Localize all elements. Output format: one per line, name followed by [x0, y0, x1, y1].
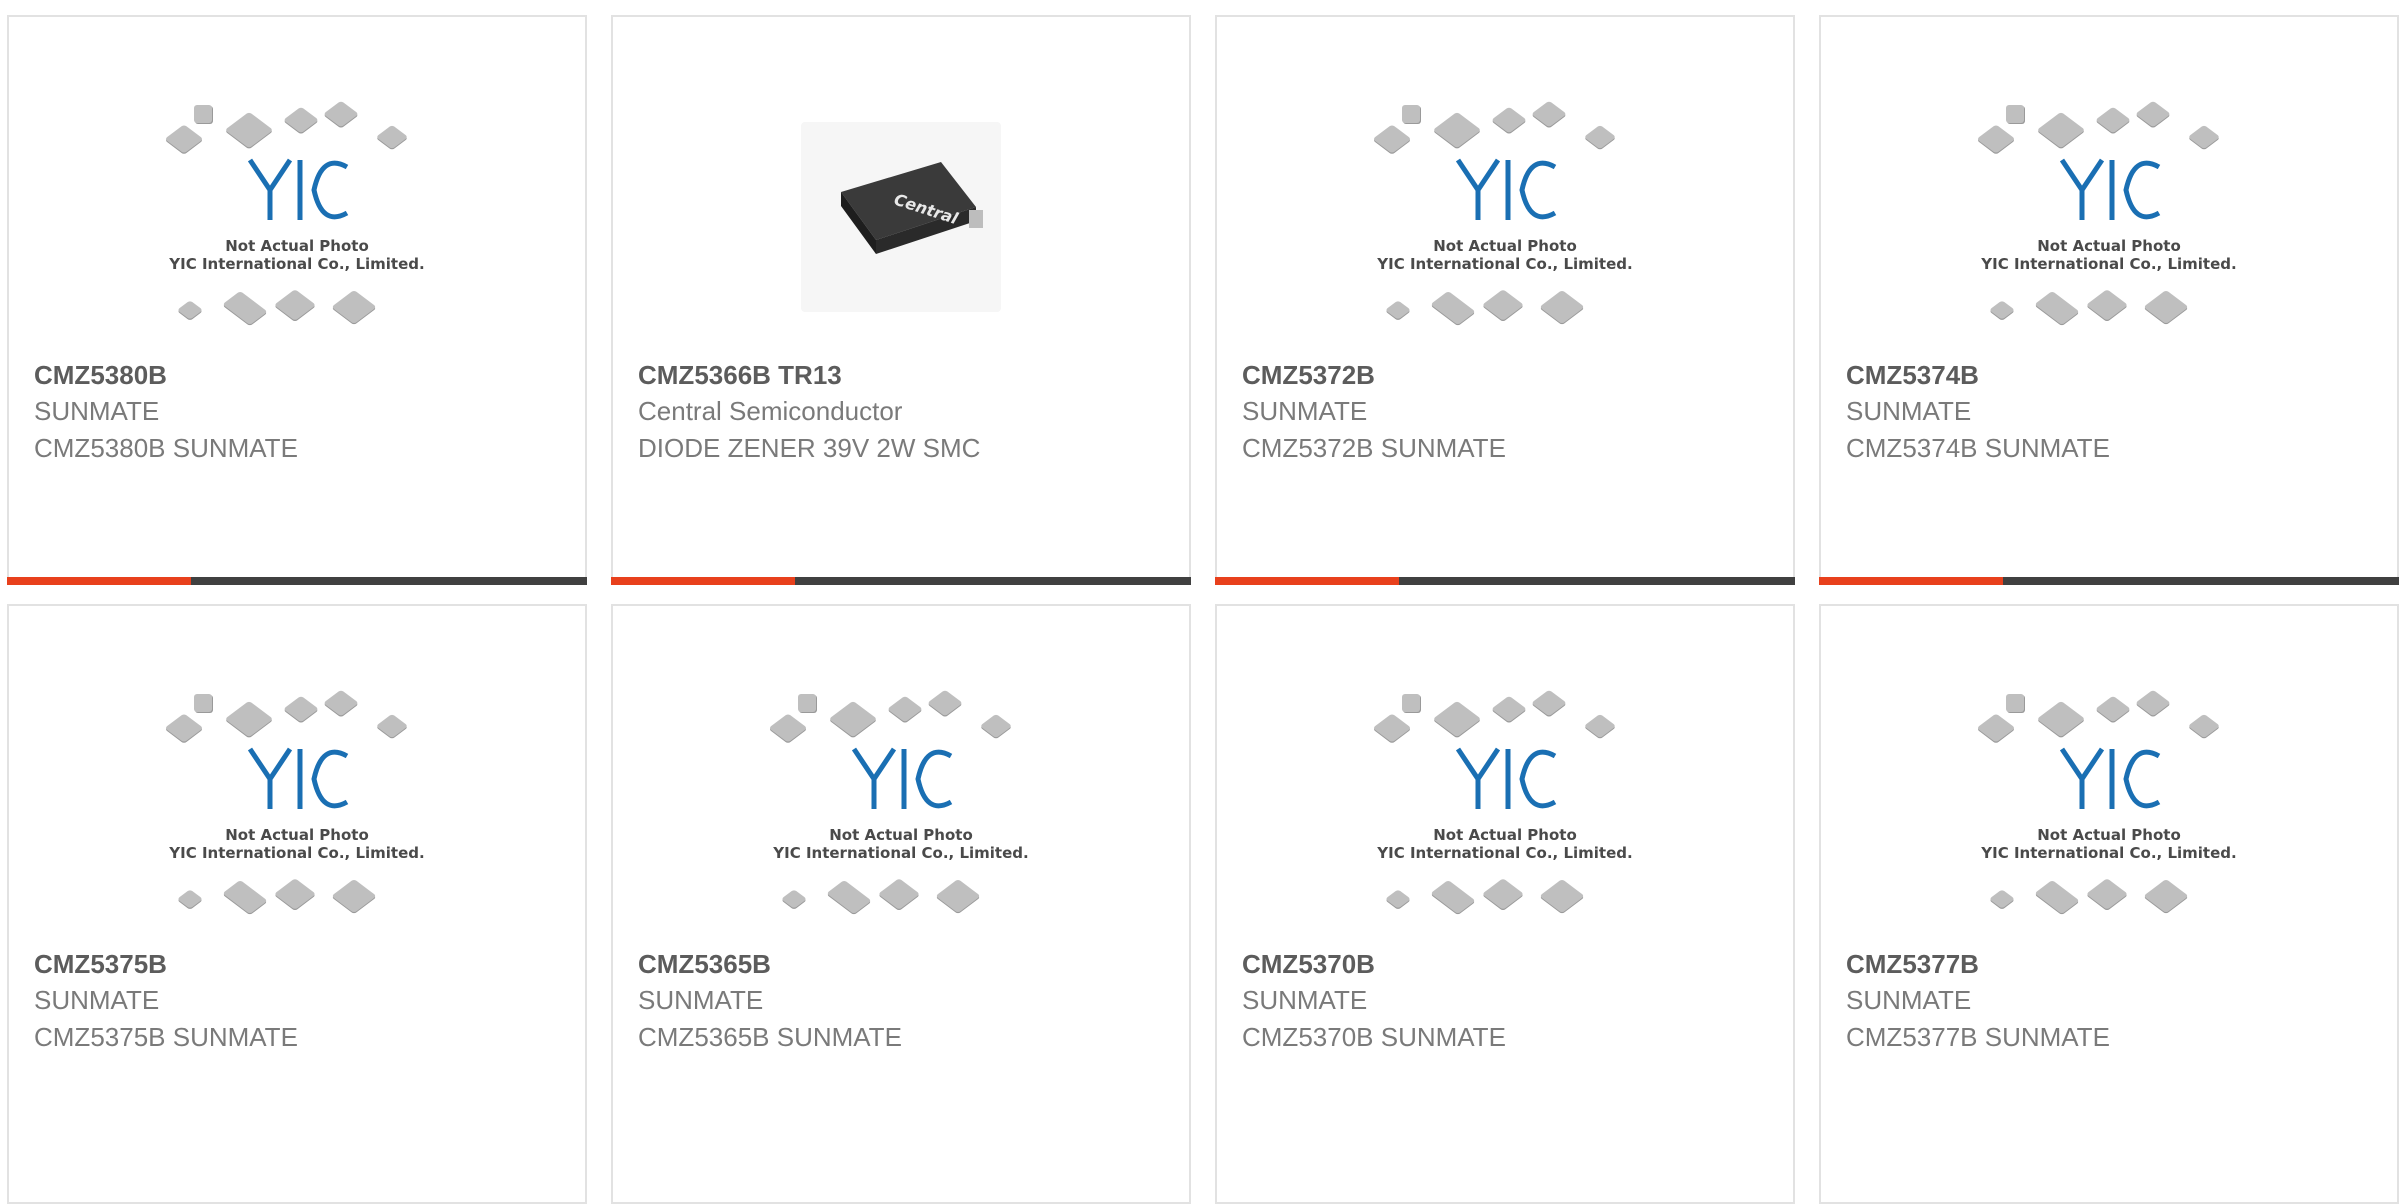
placeholder-line1: Not Actual Photo	[1433, 237, 1577, 255]
description: CMZ5380B SUNMATE	[34, 433, 298, 463]
card-footer-bar	[1819, 577, 2399, 585]
placeholder-line2: YIC International Co., Limited.	[1377, 255, 1633, 273]
yic-logo	[247, 747, 349, 809]
placeholder-image: Not Actual Photo YIC International Co., …	[1974, 97, 2244, 337]
placeholder-line1: Not Actual Photo	[2037, 237, 2181, 255]
product-card[interactable]: Not Actual Photo YIC International Co., …	[1819, 604, 2399, 1204]
description: CMZ5377B SUNMATE	[1846, 1022, 2110, 1052]
yic-logo	[2059, 747, 2161, 809]
placeholder-image: Not Actual Photo YIC International Co., …	[162, 97, 432, 337]
placeholder-image: Not Actual Photo YIC International Co., …	[766, 686, 1036, 926]
placeholder-line1: Not Actual Photo	[225, 237, 369, 255]
product-image[interactable]: Not Actual Photo YIC International Co., …	[1217, 666, 1793, 946]
yic-logo	[2059, 158, 2161, 220]
manufacturer: SUNMATE	[34, 985, 160, 1015]
placeholder-line2: YIC International Co., Limited.	[169, 844, 425, 862]
card-footer-accent	[611, 577, 795, 585]
placeholder-image: Not Actual Photo YIC International Co., …	[1370, 97, 1640, 337]
product-card[interactable]: Not Actual Photo YIC International Co., …	[7, 604, 587, 1204]
placeholder-image: Not Actual Photo YIC International Co., …	[162, 686, 432, 926]
manufacturer: SUNMATE	[1242, 985, 1368, 1015]
description: CMZ5372B SUNMATE	[1242, 433, 1506, 463]
part-number[interactable]: CMZ5380B	[34, 357, 298, 393]
card-footer-accent	[1819, 577, 2003, 585]
product-image[interactable]: Not Actual Photo YIC International Co., …	[1217, 77, 1793, 357]
product-card[interactable]: Not Actual Photo YIC International Co., …	[611, 604, 1191, 1204]
description: DIODE ZENER 39V 2W SMC	[638, 433, 981, 463]
product-image[interactable]: Not Actual Photo YIC International Co., …	[1821, 77, 2397, 357]
placeholder-line1: Not Actual Photo	[225, 826, 369, 844]
card-footer-bar	[611, 577, 1191, 585]
product-card[interactable]: Not Actual Photo YIC International Co., …	[7, 15, 587, 585]
product-image[interactable]: Not Actual Photo YIC International Co., …	[9, 77, 585, 357]
manufacturer: SUNMATE	[1242, 396, 1368, 426]
product-card[interactable]: Not Actual Photo YIC International Co., …	[1215, 604, 1795, 1204]
product-image[interactable]: Central	[613, 77, 1189, 357]
manufacturer: Central Semiconductor	[638, 396, 903, 426]
part-number[interactable]: CMZ5370B	[1242, 946, 1506, 982]
placeholder-line2: YIC International Co., Limited.	[773, 844, 1029, 862]
manufacturer: SUNMATE	[34, 396, 160, 426]
placeholder-image: Not Actual Photo YIC International Co., …	[1974, 686, 2244, 926]
yic-logo	[247, 158, 349, 220]
product-photo: Central	[801, 122, 1001, 312]
product-card[interactable]: Central CMZ5366B TR13 Central Semiconduc…	[611, 15, 1191, 585]
product-image[interactable]: Not Actual Photo YIC International Co., …	[1821, 666, 2397, 946]
part-number[interactable]: CMZ5375B	[34, 946, 298, 982]
placeholder-line2: YIC International Co., Limited.	[1981, 844, 2237, 862]
part-number[interactable]: CMZ5377B	[1846, 946, 2110, 982]
yic-logo	[851, 747, 953, 809]
placeholder-line1: Not Actual Photo	[1433, 826, 1577, 844]
manufacturer: SUNMATE	[1846, 396, 1972, 426]
card-footer-accent	[7, 577, 191, 585]
product-card[interactable]: Not Actual Photo YIC International Co., …	[1215, 15, 1795, 585]
placeholder-line2: YIC International Co., Limited.	[1377, 844, 1633, 862]
part-number[interactable]: CMZ5374B	[1846, 357, 2110, 393]
card-footer-bar	[7, 577, 587, 585]
part-number[interactable]: CMZ5365B	[638, 946, 902, 982]
product-card[interactable]: Not Actual Photo YIC International Co., …	[1819, 15, 2399, 585]
part-number[interactable]: CMZ5372B	[1242, 357, 1506, 393]
manufacturer: SUNMATE	[638, 985, 764, 1015]
placeholder-line2: YIC International Co., Limited.	[1981, 255, 2237, 273]
placeholder-line1: Not Actual Photo	[829, 826, 973, 844]
placeholder-line1: Not Actual Photo	[2037, 826, 2181, 844]
description: CMZ5374B SUNMATE	[1846, 433, 2110, 463]
placeholder-line2: YIC International Co., Limited.	[169, 255, 425, 273]
card-footer-bar	[1215, 577, 1795, 585]
description: CMZ5365B SUNMATE	[638, 1022, 902, 1052]
manufacturer: SUNMATE	[1846, 985, 1972, 1015]
part-number[interactable]: CMZ5366B TR13	[638, 357, 980, 393]
product-image[interactable]: Not Actual Photo YIC International Co., …	[9, 666, 585, 946]
placeholder-image: Not Actual Photo YIC International Co., …	[1370, 686, 1640, 926]
product-image[interactable]: Not Actual Photo YIC International Co., …	[613, 666, 1189, 946]
description: CMZ5375B SUNMATE	[34, 1022, 298, 1052]
description: CMZ5370B SUNMATE	[1242, 1022, 1506, 1052]
card-footer-accent	[1215, 577, 1399, 585]
yic-logo	[1455, 747, 1557, 809]
yic-logo	[1455, 158, 1557, 220]
